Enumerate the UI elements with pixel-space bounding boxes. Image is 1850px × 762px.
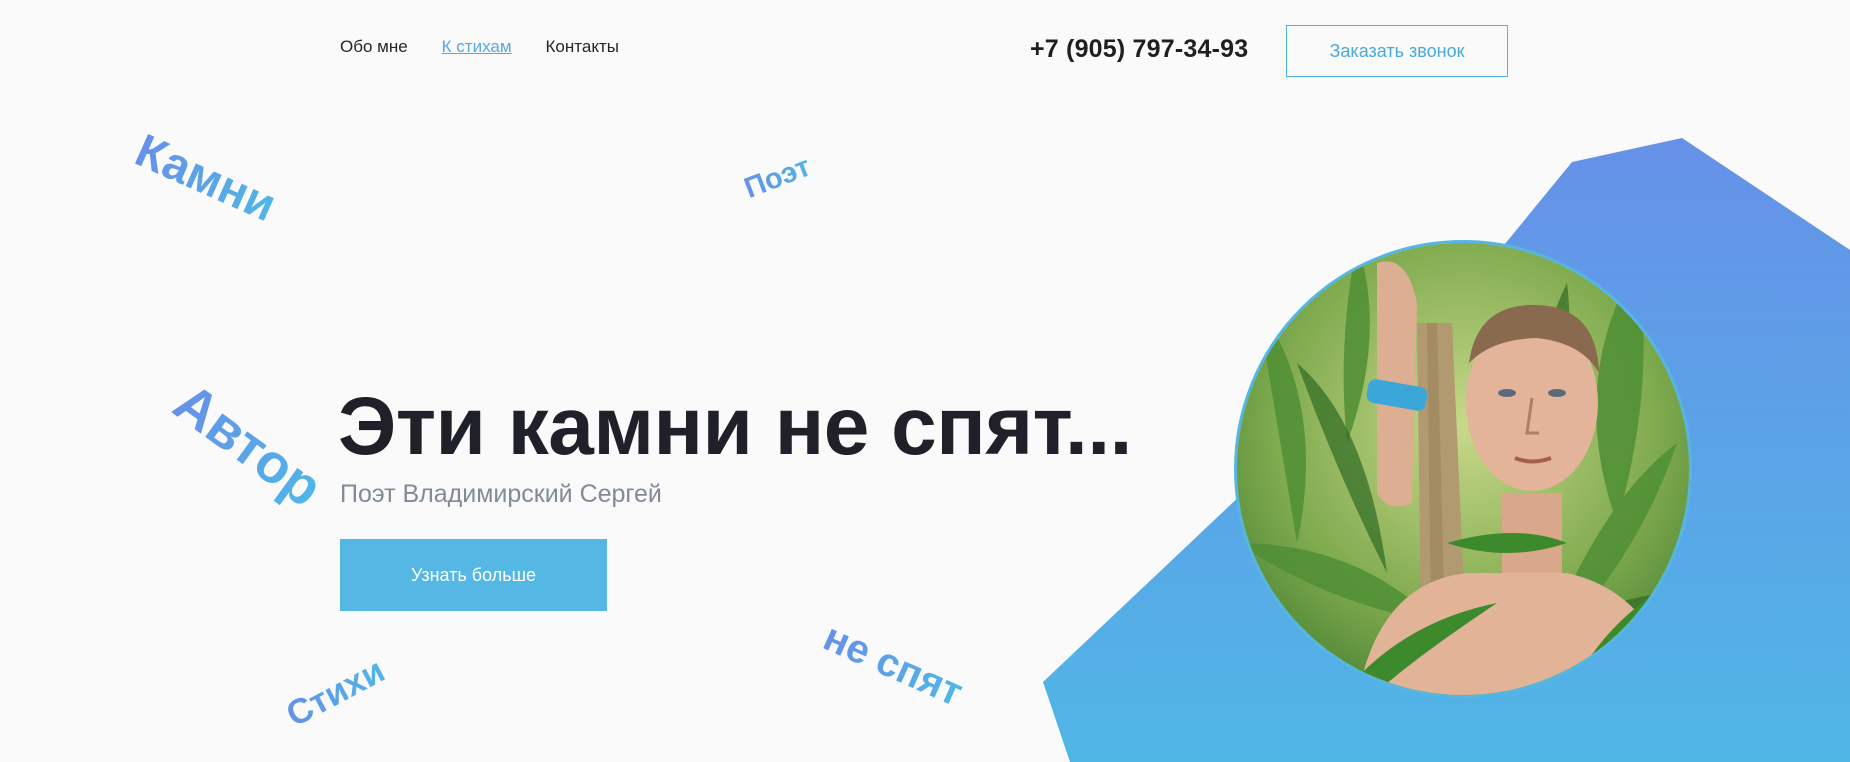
- portrait-image: [1237, 243, 1689, 695]
- nav-link-poems[interactable]: К стихам: [442, 36, 512, 58]
- hero-subtitle: Поэт Владимирский Сергей: [340, 480, 662, 508]
- phone-number[interactable]: +7 (905) 797-34-93: [1030, 35, 1248, 64]
- main-nav: Обо мне К стихам Контакты: [340, 36, 619, 58]
- hero-title: Эти камни не спят...: [338, 381, 1132, 472]
- nav-link-contacts[interactable]: Контакты: [546, 36, 619, 58]
- learn-more-button[interactable]: Узнать больше: [340, 539, 607, 611]
- portrait-photo: [1234, 240, 1692, 698]
- landing-page: Обо мне К стихам Контакты +7 (905) 797-3…: [0, 0, 1850, 762]
- order-call-button[interactable]: Заказать звонок: [1286, 25, 1508, 77]
- nav-link-about[interactable]: Обо мне: [340, 36, 408, 58]
